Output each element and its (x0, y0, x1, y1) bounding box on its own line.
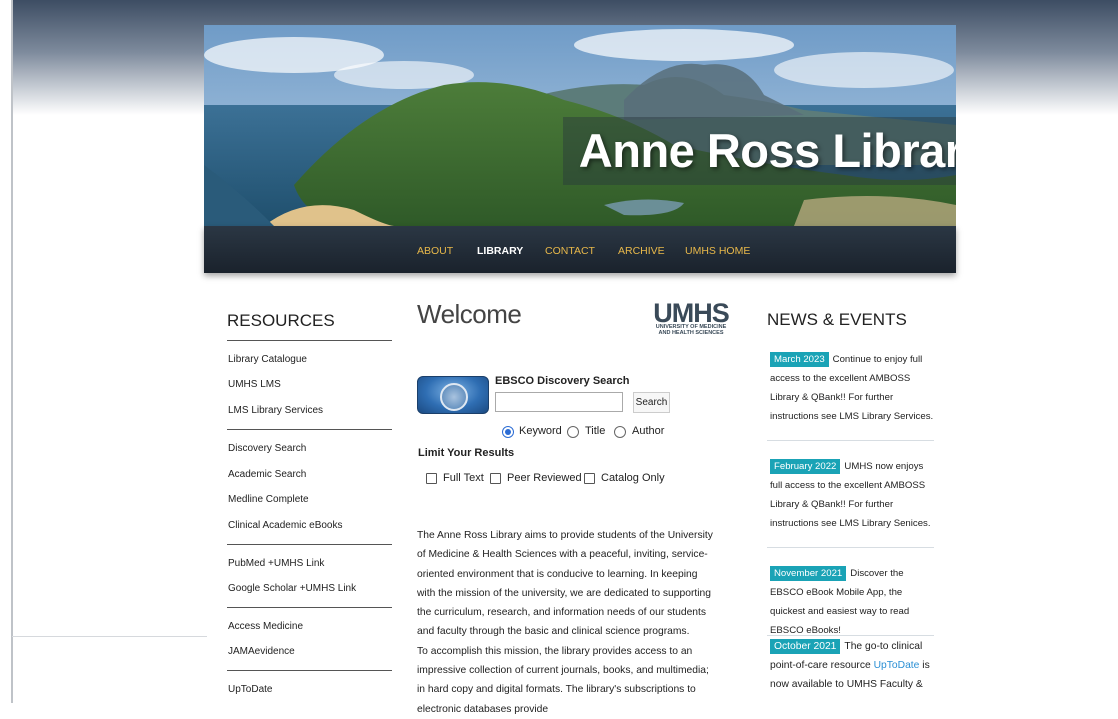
resources-group-divider (227, 429, 392, 430)
mission-paragraph: To accomplish this mission, the library … (417, 645, 709, 715)
checkbox-catalog-only[interactable] (584, 473, 595, 484)
link-uptodate[interactable]: UpToDate (228, 684, 272, 695)
banner-title: Anne Ross Library (578, 124, 956, 177)
nav-library[interactable]: LIBRARY (477, 245, 523, 257)
intro-paragraph: The Anne Ross Library aims to provide st… (417, 530, 713, 638)
news-divider (767, 547, 934, 548)
radio-keyword-label: Keyword (519, 425, 562, 437)
news-date-badge: November 2021 (770, 566, 847, 581)
news-date-badge: March 2023 (770, 352, 829, 367)
resources-divider (227, 340, 392, 341)
news-heading: NEWS & EVENTS (767, 310, 907, 329)
umhs-logo-subtitle: UNIVERSITY OF MEDICINE AND HEALTH SCIENCE… (655, 324, 727, 336)
news-item: February 2022 UMHS now enjoys full access… (770, 457, 938, 533)
resources-heading: RESOURCES (227, 311, 335, 330)
link-discovery-search[interactable]: Discovery Search (228, 443, 306, 454)
limit-results-heading: Limit Your Results (418, 447, 515, 459)
nav-about[interactable]: ABOUT (417, 245, 453, 257)
news-item: October 2021 The go-to clinical point-of-… (770, 637, 938, 694)
resources-group-divider (227, 670, 392, 671)
link-jamaevidence[interactable]: JAMAevidence (228, 646, 295, 657)
radio-title-label: Title (585, 425, 606, 437)
left-edge-line (11, 0, 13, 703)
nav-contact[interactable]: CONTACT (545, 245, 595, 257)
radio-title[interactable] (567, 426, 579, 438)
eds-search-label: EBSCO Discovery Search (495, 375, 630, 387)
nav-umhs-home[interactable]: UMHS HOME (685, 245, 750, 257)
page-title: Welcome (417, 299, 522, 329)
news-date-badge: February 2022 (770, 459, 841, 474)
checkbox-catalog-only-label: Catalog Only (601, 472, 665, 484)
radio-author-label: Author (632, 425, 665, 437)
news-date-badge: October 2021 (770, 639, 841, 654)
edge-divider (12, 636, 207, 637)
nav-archive[interactable]: ARCHIVE (618, 245, 665, 257)
eds-search-input[interactable] (495, 392, 623, 412)
intro-text: The Anne Ross Library aims to provide st… (417, 526, 717, 719)
news-item: March 2023 Continue to enjoy full access … (770, 350, 938, 426)
news-item: November 2021 Discover the EBSCO eBook Mo… (770, 564, 938, 640)
news-divider (767, 635, 934, 636)
main-nav: ABOUT LIBRARY CONTACT ARCHIVE UMHS HOME (204, 226, 956, 273)
radio-author[interactable] (614, 426, 626, 438)
umhs-logo: UMHS UNIVERSITY OF MEDICINE AND HEALTH SC… (649, 298, 733, 342)
link-medline-complete[interactable]: Medline Complete (228, 494, 309, 505)
link-umhs-lms[interactable]: UMHS LMS (228, 379, 281, 390)
header-banner: Anne Ross Library (204, 25, 956, 226)
link-lms-library-services[interactable]: LMS Library Services (228, 405, 323, 416)
eds-search-button[interactable]: Search (633, 392, 670, 413)
news-divider (767, 440, 934, 441)
link-academic-search[interactable]: Academic Search (228, 469, 306, 480)
radio-keyword[interactable] (502, 426, 514, 438)
checkbox-peer-reviewed[interactable] (490, 473, 501, 484)
link-google-scholar[interactable]: Google Scholar +UMHS Link (228, 583, 356, 594)
checkbox-peer-reviewed-label: Peer Reviewed (507, 472, 582, 484)
link-clinical-academic-ebooks[interactable]: Clinical Academic eBooks (228, 520, 343, 531)
checkbox-full-text[interactable] (426, 473, 437, 484)
resources-group-divider (227, 544, 392, 545)
link-library-catalogue[interactable]: Library Catalogue (228, 354, 307, 365)
link-access-medicine[interactable]: Access Medicine (228, 621, 303, 632)
uptodate-link[interactable]: UpToDate (874, 660, 920, 671)
resources-group-divider (227, 607, 392, 608)
link-pubmed[interactable]: PubMed +UMHS Link (228, 558, 324, 569)
ebsco-logo-icon (417, 376, 489, 414)
checkbox-full-text-label: Full Text (443, 472, 484, 484)
